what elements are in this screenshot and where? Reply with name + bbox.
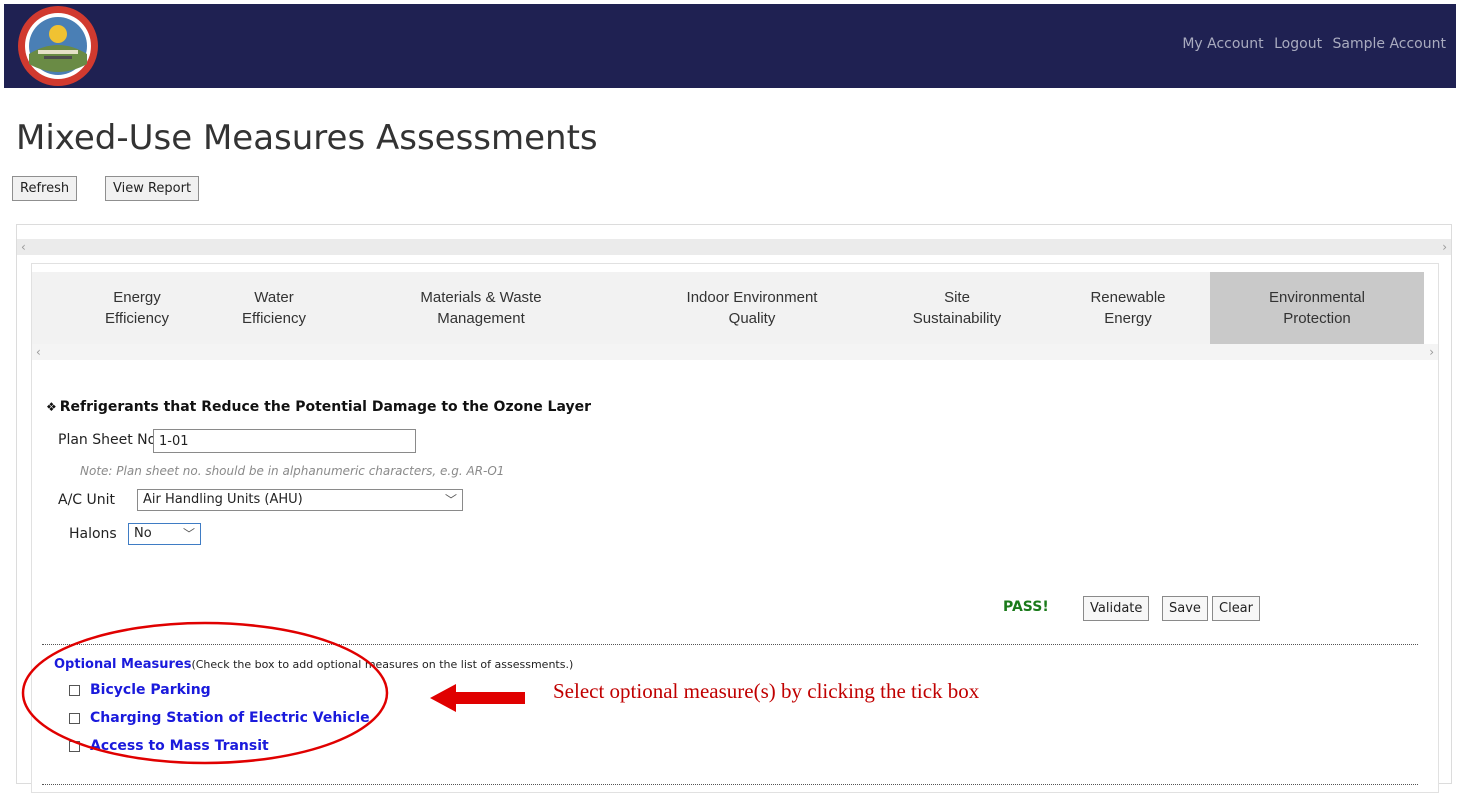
my-account-link[interactable]: My Account xyxy=(1182,36,1263,52)
tab-label-line2: Management xyxy=(437,310,525,327)
tab-energy-efficiency[interactable]: Energy Efficiency xyxy=(72,272,202,344)
tab-water-efficiency[interactable]: Water Efficiency xyxy=(214,272,334,344)
refresh-button[interactable]: Refresh xyxy=(12,176,78,201)
plan-sheet-input[interactable] xyxy=(153,429,416,453)
validate-button[interactable]: Validate xyxy=(1083,596,1150,621)
tab-label-line1: Materials & Waste xyxy=(420,289,542,306)
tab-label-line2: Quality xyxy=(728,310,776,327)
tab-renewable-energy[interactable]: Renewable Energy xyxy=(1062,272,1194,344)
tab-indoor-environment-quality[interactable]: Indoor Environment Quality xyxy=(652,272,852,344)
chevron-down-icon: ﹀ xyxy=(444,493,457,507)
city-seal-logo[interactable] xyxy=(14,4,102,88)
annotation-text: Select optional measure(s) by clicking t… xyxy=(553,679,980,703)
category-tabs: Energy Efficiency Water Efficiency Materia… xyxy=(32,272,1424,344)
annotation-ellipse-icon xyxy=(21,621,389,765)
section-title-text: Refrigerants that Reduce the Potential D… xyxy=(59,399,592,415)
tabs-horizontal-scrollbar[interactable]: ‹ › xyxy=(32,344,1438,360)
tab-label-line1: Indoor Environment xyxy=(686,289,818,306)
status-badge: PASS! xyxy=(1003,599,1049,615)
tab-label-line2: Sustainability xyxy=(912,310,1002,327)
tab-environmental-protection[interactable]: Environmental Protection xyxy=(1210,272,1424,344)
tab-label-line1: Site xyxy=(944,289,970,306)
scroll-left-icon[interactable]: ‹ xyxy=(21,239,26,255)
sample-account-link[interactable]: Sample Account xyxy=(1333,36,1446,52)
top-navigation: My Account Logout Sample Account xyxy=(1176,36,1446,52)
tab-label-line1: Renewable xyxy=(1090,289,1166,306)
tab-site-sustainability[interactable]: Site Sustainability xyxy=(882,272,1032,344)
outer-horizontal-scrollbar[interactable]: ‹ › xyxy=(17,239,1451,255)
tab-label-line2: Protection xyxy=(1283,310,1351,327)
halons-value: No xyxy=(134,526,152,541)
tab-label-line1: Environmental xyxy=(1269,289,1365,306)
plan-sheet-label: Plan Sheet No. xyxy=(58,432,161,448)
tab-label-line2: Efficiency xyxy=(105,310,169,327)
tab-label-line1: Energy xyxy=(113,289,161,306)
tab-materials-waste-management[interactable]: Materials & Waste Management xyxy=(386,272,576,344)
scroll-right-icon[interactable]: › xyxy=(1442,239,1447,255)
clear-button[interactable]: Clear xyxy=(1212,596,1260,621)
halons-select[interactable]: No ﹀ xyxy=(128,523,201,545)
annotation-arrow-icon xyxy=(430,684,525,712)
page-title: Mixed-Use Measures Assessments xyxy=(16,118,598,158)
scroll-right-icon[interactable]: › xyxy=(1429,344,1434,360)
logout-link[interactable]: Logout xyxy=(1274,36,1322,52)
tab-label-line2: Efficiency xyxy=(242,310,306,327)
ac-unit-value: Air Handling Units (AHU) xyxy=(143,492,303,507)
save-button[interactable]: Save xyxy=(1162,596,1208,621)
chevron-down-icon: ﹀ xyxy=(182,527,195,541)
ac-unit-label: A/C Unit xyxy=(58,492,116,508)
divider xyxy=(42,784,1418,785)
plan-sheet-note: Note: Plan sheet no. should be in alphan… xyxy=(80,464,505,478)
halons-label: Halons xyxy=(69,526,117,542)
tab-label-line2: Energy xyxy=(1104,310,1152,327)
top-header: My Account Logout Sample Account xyxy=(4,4,1456,88)
scroll-left-icon[interactable]: ‹ xyxy=(36,344,41,360)
tab-label-line1: Water xyxy=(254,289,294,306)
diamond-bullet-icon: ❖ xyxy=(46,400,57,414)
section-title: ❖ Refrigerants that Reduce the Potential … xyxy=(46,399,591,415)
view-report-button[interactable]: View Report xyxy=(105,176,200,201)
ac-unit-select[interactable]: Air Handling Units (AHU) ﹀ xyxy=(137,489,463,511)
